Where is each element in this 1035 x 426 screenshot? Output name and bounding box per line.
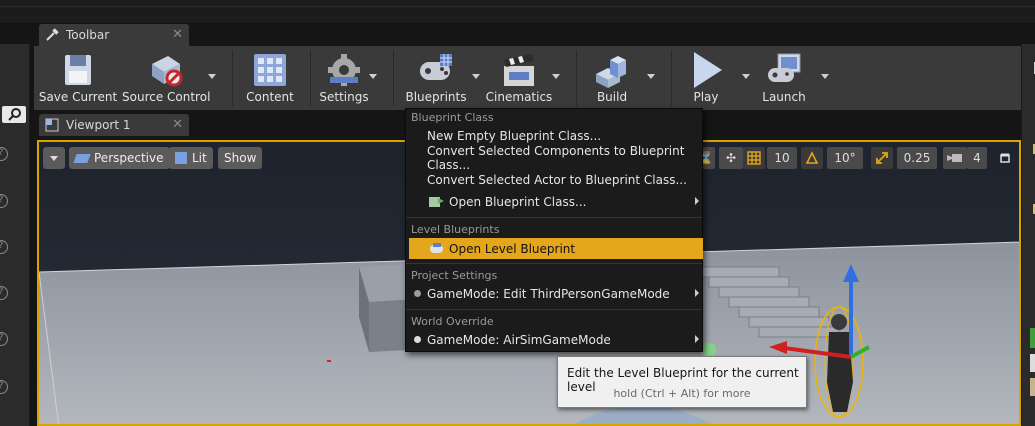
launch-button[interactable]: Launch: [754, 46, 814, 110]
menu-section-header: Project Settings: [411, 269, 498, 282]
cinematics-icon: [499, 50, 539, 90]
viewport-options-button[interactable]: [43, 147, 65, 169]
toolbar-divider: [393, 50, 394, 106]
launch-icon: [764, 50, 804, 90]
play-dropdown-icon[interactable]: [742, 74, 750, 79]
tab-toolbar[interactable]: Toolbar ✕: [39, 24, 189, 46]
scale-snap-icon[interactable]: [871, 147, 893, 169]
grid-snap-value[interactable]: 10: [767, 147, 797, 169]
menu-divider: [406, 217, 702, 218]
camera-speed-value[interactable]: 4: [967, 147, 987, 169]
left-panel: ? ? ? ? ? ?: [0, 44, 30, 426]
close-icon[interactable]: ✕: [172, 117, 183, 132]
menu-item-convert-actor[interactable]: Convert Selected Actor to Blueprint Clas…: [409, 169, 703, 190]
cinematics-button[interactable]: Cinematics: [484, 46, 554, 110]
rotation-snap-icon[interactable]: [801, 147, 823, 169]
launch-dropdown-icon[interactable]: [821, 74, 829, 79]
toolbar-divider: [232, 50, 233, 106]
toolbar-divider: [310, 50, 311, 106]
submenu-arrow-icon: [695, 289, 699, 297]
source-control-icon: [146, 50, 186, 90]
grid-snap-icon[interactable]: [743, 147, 765, 169]
settings-button[interactable]: Settings: [314, 46, 374, 110]
chevron-down-icon: [50, 155, 58, 161]
menu-divider: [406, 263, 702, 264]
help-icon[interactable]: ?: [0, 240, 8, 254]
submenu-arrow-icon: [695, 335, 699, 343]
blueprints-button[interactable]: Blueprints: [401, 46, 471, 110]
camera-speed-icon[interactable]: [943, 147, 967, 169]
play-icon: [686, 50, 726, 90]
content-button[interactable]: Content: [240, 46, 300, 110]
show-button[interactable]: Show: [218, 147, 263, 169]
menu-item-edit-gamemode[interactable]: GameMode: Edit ThirdPersonGameMode: [409, 283, 703, 304]
viewport-icon: [45, 118, 59, 132]
search-icon[interactable]: [2, 106, 26, 123]
save-icon: [58, 50, 98, 90]
menu-section-header: Level Blueprints: [411, 223, 500, 236]
help-icon[interactable]: ?: [0, 194, 8, 208]
tab-label: Toolbar: [66, 28, 110, 42]
menu-section-header: World Override: [411, 315, 494, 328]
perspective-icon: [73, 153, 91, 163]
rotation-snap-value[interactable]: 10°: [827, 147, 863, 169]
editor-top-strip: [0, 0, 1035, 24]
menu-divider: [406, 309, 702, 310]
help-icon[interactable]: ?: [0, 380, 8, 394]
status-dot-icon: [414, 290, 421, 297]
status-dot-icon: [414, 336, 421, 343]
lit-button[interactable]: Lit: [169, 147, 213, 169]
lit-icon: [175, 152, 187, 164]
submenu-arrow-icon: [695, 197, 699, 205]
main-toolbar: Save Current Source Control Content Sett…: [34, 46, 1021, 110]
menu-section-header: Blueprint Class: [411, 111, 494, 124]
scale-snap-value[interactable]: 0.25: [897, 147, 937, 169]
toolbar-divider: [671, 50, 672, 106]
help-icon[interactable]: ?: [0, 286, 8, 300]
build-dropdown-icon[interactable]: [647, 74, 655, 79]
wrench-icon: [45, 28, 59, 42]
level-blueprint-icon: [429, 242, 445, 258]
source-control-button[interactable]: Source Control: [122, 46, 210, 110]
tab-label: Viewport 1: [66, 118, 131, 132]
menu-item-open-level-blueprint[interactable]: Open Level Blueprint: [409, 238, 703, 259]
help-icon[interactable]: ?: [0, 332, 8, 346]
blueprints-menu: Blueprint Class New Empty Blueprint Clas…: [405, 108, 703, 352]
cinematics-dropdown-icon[interactable]: [552, 74, 560, 79]
tooltip: Edit the Level Blueprint for the current…: [557, 356, 807, 408]
tab-viewport[interactable]: Viewport 1 ✕: [39, 114, 189, 136]
source-control-dropdown-icon[interactable]: [208, 74, 216, 79]
settings-icon: [324, 50, 364, 90]
blueprints-dropdown-icon[interactable]: [472, 74, 480, 79]
maximize-icon[interactable]: [997, 147, 1013, 169]
perspective-button[interactable]: Perspective: [69, 147, 170, 169]
build-button[interactable]: Build: [582, 46, 642, 110]
menu-item-open-blueprint-class[interactable]: Open Blueprint Class...: [409, 191, 703, 212]
tooltip-hint: hold (Ctrl + Alt) for more: [613, 387, 751, 400]
surface-snap-icon[interactable]: ✣: [719, 147, 743, 169]
menu-item-convert-components[interactable]: Convert Selected Components to Blueprint…: [409, 144, 703, 172]
help-icon[interactable]: ?: [0, 147, 8, 161]
settings-dropdown-icon[interactable]: [369, 74, 377, 79]
menu-item-world-gamemode[interactable]: GameMode: AirSimGameMode: [409, 329, 703, 350]
open-blueprint-icon: [429, 195, 445, 211]
build-icon: [592, 50, 632, 90]
play-button[interactable]: Play: [677, 46, 735, 110]
toolbar-divider: [576, 50, 577, 106]
save-current-button[interactable]: Save Current: [38, 46, 118, 110]
right-panel: [1021, 44, 1035, 426]
blueprints-icon: [416, 50, 456, 90]
close-icon[interactable]: ✕: [172, 27, 183, 42]
content-icon: [250, 50, 290, 90]
